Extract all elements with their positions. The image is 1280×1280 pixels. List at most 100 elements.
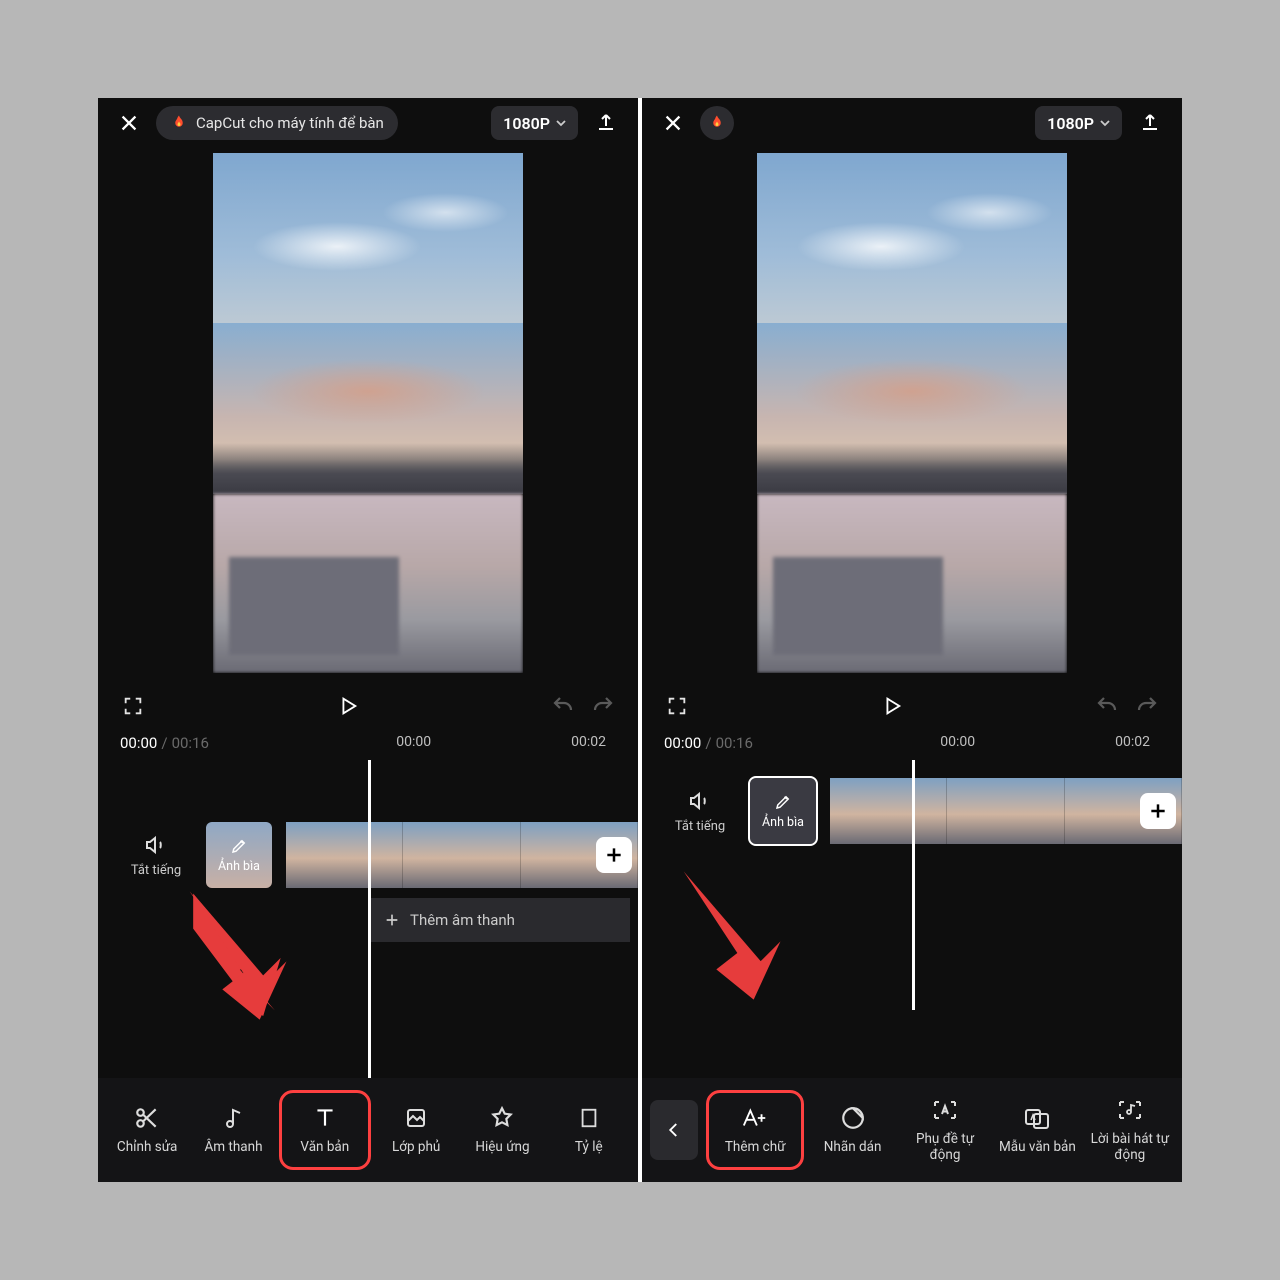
cover-label: Ảnh bìa — [762, 815, 804, 830]
playhead[interactable] — [368, 760, 371, 1078]
chevron-left-icon — [665, 1119, 683, 1141]
bottom-toolbar: Thêm chữ Nhãn dán Phụ đề tự động Mẫu văn… — [642, 1078, 1182, 1182]
playback-controls — [642, 678, 1182, 734]
timeline[interactable]: Tắt tiếng Ảnh bìa — [642, 774, 1182, 1078]
plus-icon — [384, 912, 400, 928]
video-preview[interactable] — [98, 148, 638, 678]
add-clip-button[interactable] — [596, 837, 632, 873]
undo-button[interactable] — [1094, 693, 1120, 719]
flame-icon — [708, 112, 726, 134]
overlay-icon — [402, 1104, 430, 1132]
tool-label: Nhãn dán — [824, 1140, 882, 1156]
tool-label: Mẫu văn bản — [999, 1140, 1076, 1156]
add-audio-row[interactable]: Thêm âm thanh — [370, 898, 630, 942]
text-template-icon — [1023, 1104, 1051, 1132]
video-clips[interactable] — [286, 822, 638, 888]
play-button[interactable] — [879, 693, 905, 719]
timeline[interactable]: Tắt tiếng Ảnh bìa Thêm âm thanh — [98, 774, 638, 1078]
flame-icon — [170, 112, 188, 134]
export-button[interactable] — [592, 109, 620, 137]
mute-toggle[interactable]: Tắt tiếng — [664, 789, 736, 834]
video-preview[interactable] — [642, 148, 1182, 678]
editor-pane-step1: CapCut cho máy tính để bàn 1080P — [98, 98, 638, 1182]
playhead[interactable] — [912, 760, 915, 1010]
close-button[interactable] — [660, 110, 686, 136]
tool-ratio[interactable]: Tỷ lệ — [548, 1090, 630, 1170]
mute-label: Tắt tiếng — [664, 819, 736, 834]
auto-subtitle-icon — [931, 1096, 959, 1124]
editor-pane-step2: 1080P — [642, 98, 1182, 1182]
video-frame — [213, 153, 523, 673]
tool-audio[interactable]: Âm thanh — [192, 1090, 274, 1170]
tool-auto-subtitle[interactable]: Phụ đề tự động — [901, 1090, 989, 1170]
promo-banner[interactable]: CapCut cho máy tính để bàn — [156, 106, 398, 140]
scissors-icon — [133, 1104, 161, 1132]
topbar: 1080P — [642, 98, 1182, 148]
chevron-down-icon — [1100, 118, 1110, 128]
bottom-toolbar: Chỉnh sửa Âm thanh Văn bản Lớp phủ Hiệu … — [98, 1078, 638, 1182]
tool-sticker[interactable]: Nhãn dán — [808, 1090, 896, 1170]
text-icon — [311, 1104, 339, 1132]
add-text-icon — [741, 1104, 769, 1132]
tool-auto-lyrics[interactable]: Lời bài hát tự động — [1086, 1090, 1174, 1170]
export-button[interactable] — [1136, 109, 1164, 137]
tick: 00:02 — [1115, 734, 1150, 750]
cover-label: Ảnh bìa — [218, 859, 260, 874]
tool-label: Tỷ lệ — [575, 1140, 603, 1156]
tick: 00:00 — [940, 734, 975, 750]
redo-button[interactable] — [590, 693, 616, 719]
tool-add-text[interactable]: Thêm chữ — [706, 1090, 804, 1170]
redo-button[interactable] — [1134, 693, 1160, 719]
tool-label: Âm thanh — [204, 1140, 262, 1156]
back-button[interactable] — [650, 1100, 698, 1160]
time-current: 00:00 — [664, 734, 701, 752]
mute-toggle[interactable]: Tắt tiếng — [120, 833, 192, 878]
tool-text-template[interactable]: Mẫu văn bản — [993, 1090, 1081, 1170]
auto-lyrics-icon — [1116, 1096, 1144, 1124]
resolution-selector[interactable]: 1080P — [491, 106, 578, 140]
fullscreen-button[interactable] — [120, 693, 146, 719]
pencil-icon — [774, 793, 792, 811]
video-frame — [757, 153, 1067, 673]
red-arrow-annotation — [668, 862, 788, 1002]
playback-controls — [98, 678, 638, 734]
chevron-down-icon — [556, 118, 566, 128]
add-clip-button[interactable] — [1140, 793, 1176, 829]
tool-overlay[interactable]: Lớp phủ — [375, 1090, 457, 1170]
topbar: CapCut cho máy tính để bàn 1080P — [98, 98, 638, 148]
time-total: 00:16 — [172, 734, 209, 752]
tick: 00:02 — [571, 734, 606, 750]
tool-label: Hiệu ứng — [475, 1140, 529, 1156]
time-total: 00:16 — [716, 734, 753, 752]
mute-label: Tắt tiếng — [120, 863, 192, 878]
tool-label: Thêm chữ — [725, 1140, 786, 1156]
sticker-icon — [839, 1104, 867, 1132]
tool-text[interactable]: Văn bản — [279, 1090, 371, 1170]
undo-button[interactable] — [550, 693, 576, 719]
pencil-icon — [230, 837, 248, 855]
tick: 00:00 — [396, 734, 431, 750]
resolution-selector[interactable]: 1080P — [1035, 106, 1122, 140]
play-button[interactable] — [335, 693, 361, 719]
ratio-icon — [575, 1104, 603, 1132]
resolution-label: 1080P — [1047, 114, 1094, 133]
effects-icon — [488, 1104, 516, 1132]
tool-label: Chỉnh sửa — [117, 1140, 177, 1156]
cover-thumbnail[interactable]: Ảnh bìa — [206, 822, 272, 888]
music-note-icon — [219, 1104, 247, 1132]
promo-flame-button[interactable] — [700, 106, 734, 140]
tool-edit[interactable]: Chỉnh sửa — [106, 1090, 188, 1170]
tool-label: Lời bài hát tự động — [1086, 1132, 1174, 1163]
tool-label: Phụ đề tự động — [901, 1132, 989, 1163]
red-arrow-annotation — [174, 882, 294, 1022]
time-current: 00:00 — [120, 734, 157, 752]
tool-label: Văn bản — [300, 1140, 349, 1156]
tool-label: Lớp phủ — [392, 1140, 440, 1156]
close-button[interactable] — [116, 110, 142, 136]
add-audio-label: Thêm âm thanh — [410, 911, 515, 929]
video-clips[interactable] — [830, 778, 1182, 844]
promo-banner-text: CapCut cho máy tính để bàn — [196, 114, 384, 132]
tool-effects[interactable]: Hiệu ứng — [461, 1090, 543, 1170]
cover-thumbnail[interactable]: Ảnh bìa — [750, 778, 816, 844]
fullscreen-button[interactable] — [664, 693, 690, 719]
